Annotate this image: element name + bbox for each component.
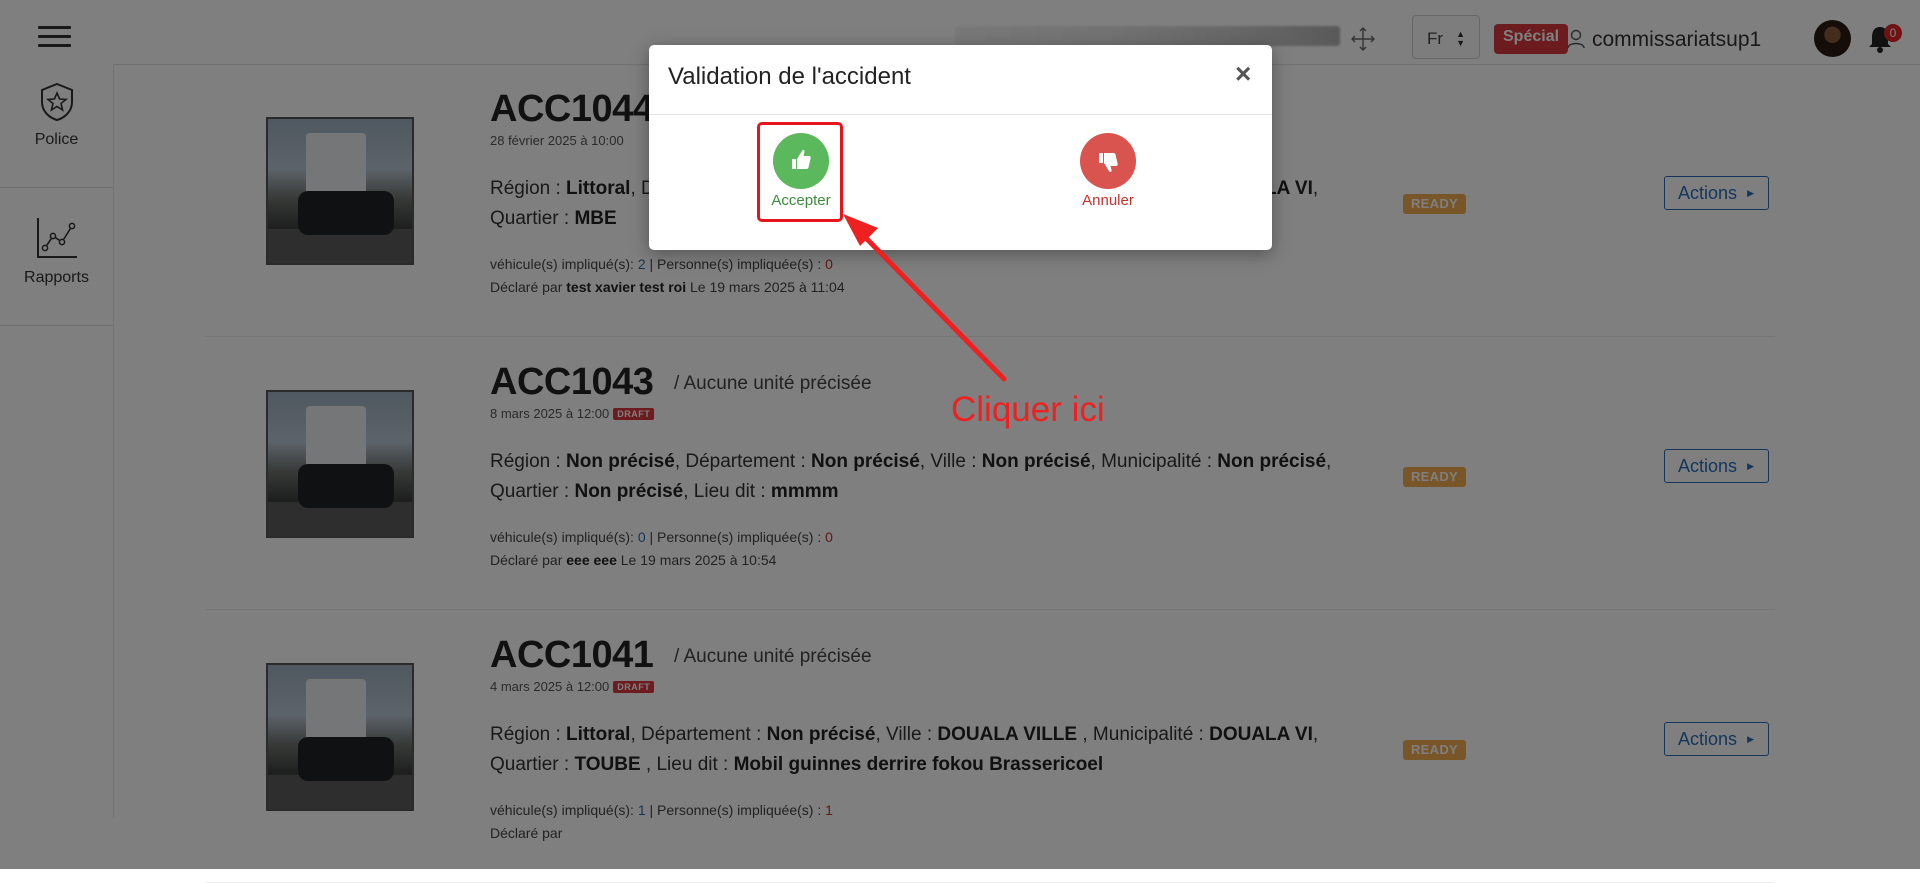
close-icon[interactable]: ×	[1235, 58, 1251, 90]
highlight-box	[757, 122, 843, 222]
validation-modal: Validation de l'accident × Accepter Annu…	[649, 45, 1272, 250]
cancel-button[interactable]: Annuler	[1062, 133, 1154, 209]
modal-title: Validation de l'accident	[668, 63, 911, 90]
modal-divider	[649, 114, 1272, 115]
thumbs-down-icon	[1080, 133, 1136, 189]
cancel-label: Annuler	[1082, 192, 1134, 209]
annotation-text: Cliquer ici	[951, 390, 1105, 429]
